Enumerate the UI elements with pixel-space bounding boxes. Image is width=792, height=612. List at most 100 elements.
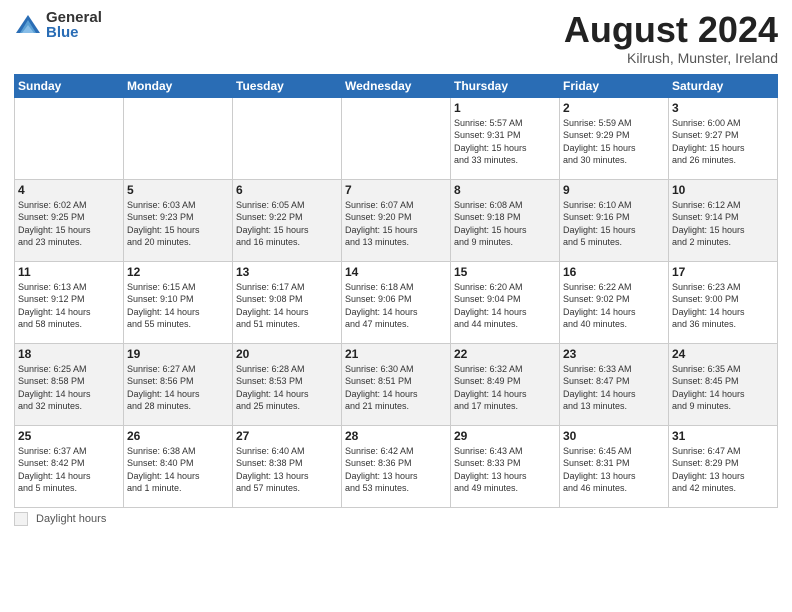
day-info: Sunrise: 6:25 AM Sunset: 8:58 PM Dayligh…	[18, 363, 120, 413]
table-row: 29Sunrise: 6:43 AM Sunset: 8:33 PM Dayli…	[451, 425, 560, 507]
logo-general-text: General	[46, 10, 102, 25]
logo-icon	[14, 11, 42, 39]
table-row: 6Sunrise: 6:05 AM Sunset: 9:22 PM Daylig…	[233, 179, 342, 261]
day-number: 1	[454, 101, 556, 115]
daylight-box-icon	[14, 512, 28, 526]
table-row: 10 Sunrise: 6:12 AM Sunset: 9:14 PM Dayli…	[669, 179, 778, 261]
day-number: 31	[672, 429, 774, 443]
day-number: 7	[345, 183, 447, 197]
table-row	[342, 97, 451, 179]
day-info: Sunrise: 6:32 AM Sunset: 8:49 PM Dayligh…	[454, 363, 556, 413]
day-info: Sunrise: 6:23 AM Sunset: 9:00 PM Dayligh…	[672, 281, 774, 331]
day-number: 15	[454, 265, 556, 279]
daylight-label: Daylight hours	[36, 513, 106, 525]
header-saturday: Saturday	[669, 74, 778, 97]
table-row: 8 Sunrise: 6:08 AM Sunset: 9:18 PM Daylig…	[451, 179, 560, 261]
location-subtitle: Kilrush, Munster, Ireland	[564, 50, 778, 66]
header-thursday: Thursday	[451, 74, 560, 97]
day-number: 24	[672, 347, 774, 361]
day-number: 10	[672, 183, 774, 197]
day-number: 11	[18, 265, 120, 279]
day-info: Sunrise: 6:47 AM Sunset: 8:29 PM Dayligh…	[672, 445, 774, 495]
day-number: 27	[236, 429, 338, 443]
table-row: 11 Sunrise: 6:13 AM Sunset: 9:12 PM Dayli…	[15, 261, 124, 343]
table-row: 17 Sunrise: 6:23 AM Sunset: 9:00 PM Dayli…	[669, 261, 778, 343]
header-monday: Monday	[124, 74, 233, 97]
day-info: Sunrise: 6:10 AM Sunset: 9:16 PM Dayligh…	[563, 199, 665, 249]
table-row: 28Sunrise: 6:42 AM Sunset: 8:36 PM Dayli…	[342, 425, 451, 507]
day-info: Sunrise: 6:00 AM Sunset: 9:27 PM Dayligh…	[672, 117, 774, 167]
table-row: 5Sunrise: 6:03 AM Sunset: 9:23 PM Daylig…	[124, 179, 233, 261]
footer: Daylight hours	[14, 512, 778, 526]
week-row-0: 1 Sunrise: 5:57 AM Sunset: 9:31 PM Daylig…	[15, 97, 778, 179]
header: General Blue August 2024 Kilrush, Munste…	[14, 10, 778, 66]
table-row: 30Sunrise: 6:45 AM Sunset: 8:31 PM Dayli…	[560, 425, 669, 507]
day-info: Sunrise: 6:45 AM Sunset: 8:31 PM Dayligh…	[563, 445, 665, 495]
calendar-table: Sunday Monday Tuesday Wednesday Thursday…	[14, 74, 778, 508]
day-info: Sunrise: 6:33 AM Sunset: 8:47 PM Dayligh…	[563, 363, 665, 413]
day-info: Sunrise: 6:20 AM Sunset: 9:04 PM Dayligh…	[454, 281, 556, 331]
day-number: 29	[454, 429, 556, 443]
day-number: 14	[345, 265, 447, 279]
day-info: Sunrise: 6:38 AM Sunset: 8:40 PM Dayligh…	[127, 445, 229, 495]
day-number: 18	[18, 347, 120, 361]
table-row: 13 Sunrise: 6:17 AM Sunset: 9:08 PM Dayli…	[233, 261, 342, 343]
table-row: 15 Sunrise: 6:20 AM Sunset: 9:04 PM Dayli…	[451, 261, 560, 343]
day-number: 3	[672, 101, 774, 115]
table-row: 12 Sunrise: 6:15 AM Sunset: 9:10 PM Dayli…	[124, 261, 233, 343]
header-sunday: Sunday	[15, 74, 124, 97]
day-info: Sunrise: 6:40 AM Sunset: 8:38 PM Dayligh…	[236, 445, 338, 495]
day-number: 9	[563, 183, 665, 197]
month-title: August 2024	[564, 10, 778, 50]
day-info: Sunrise: 6:02 AM Sunset: 9:25 PM Dayligh…	[18, 199, 120, 249]
header-tuesday: Tuesday	[233, 74, 342, 97]
table-row	[15, 97, 124, 179]
day-number: 6	[236, 183, 338, 197]
day-info: Sunrise: 6:03 AM Sunset: 9:23 PM Dayligh…	[127, 199, 229, 249]
day-info: Sunrise: 5:59 AM Sunset: 9:29 PM Dayligh…	[563, 117, 665, 167]
day-number: 20	[236, 347, 338, 361]
day-number: 25	[18, 429, 120, 443]
title-block: August 2024 Kilrush, Munster, Ireland	[564, 10, 778, 66]
day-number: 23	[563, 347, 665, 361]
day-number: 8	[454, 183, 556, 197]
week-row-2: 11 Sunrise: 6:13 AM Sunset: 9:12 PM Dayli…	[15, 261, 778, 343]
table-row: 31 Sunrise: 6:47 AM Sunset: 8:29 PM Dayli…	[669, 425, 778, 507]
table-row	[233, 97, 342, 179]
day-info: Sunrise: 5:57 AM Sunset: 9:31 PM Dayligh…	[454, 117, 556, 167]
table-row: 26Sunrise: 6:38 AM Sunset: 8:40 PM Dayli…	[124, 425, 233, 507]
day-info: Sunrise: 6:17 AM Sunset: 9:08 PM Dayligh…	[236, 281, 338, 331]
table-row: 1 Sunrise: 5:57 AM Sunset: 9:31 PM Daylig…	[451, 97, 560, 179]
table-row: 27 Sunrise: 6:40 AM Sunset: 8:38 PM Dayli…	[233, 425, 342, 507]
day-info: Sunrise: 6:13 AM Sunset: 9:12 PM Dayligh…	[18, 281, 120, 331]
table-row: 14 Sunrise: 6:18 AM Sunset: 9:06 PM Dayli…	[342, 261, 451, 343]
day-info: Sunrise: 6:30 AM Sunset: 8:51 PM Dayligh…	[345, 363, 447, 413]
table-row: 21Sunrise: 6:30 AM Sunset: 8:51 PM Dayli…	[342, 343, 451, 425]
day-info: Sunrise: 6:28 AM Sunset: 8:53 PM Dayligh…	[236, 363, 338, 413]
day-info: Sunrise: 6:15 AM Sunset: 9:10 PM Dayligh…	[127, 281, 229, 331]
logo: General Blue	[14, 10, 102, 40]
weekday-header-row: Sunday Monday Tuesday Wednesday Thursday…	[15, 74, 778, 97]
table-row	[124, 97, 233, 179]
day-number: 16	[563, 265, 665, 279]
day-info: Sunrise: 6:22 AM Sunset: 9:02 PM Dayligh…	[563, 281, 665, 331]
day-info: Sunrise: 6:18 AM Sunset: 9:06 PM Dayligh…	[345, 281, 447, 331]
page: General Blue August 2024 Kilrush, Munste…	[0, 0, 792, 612]
day-number: 17	[672, 265, 774, 279]
table-row: 16 Sunrise: 6:22 AM Sunset: 9:02 PM Dayli…	[560, 261, 669, 343]
day-number: 13	[236, 265, 338, 279]
table-row: 25 Sunrise: 6:37 AM Sunset: 8:42 PM Dayli…	[15, 425, 124, 507]
day-info: Sunrise: 6:37 AM Sunset: 8:42 PM Dayligh…	[18, 445, 120, 495]
header-wednesday: Wednesday	[342, 74, 451, 97]
day-number: 12	[127, 265, 229, 279]
day-number: 2	[563, 101, 665, 115]
week-row-3: 18 Sunrise: 6:25 AM Sunset: 8:58 PM Dayli…	[15, 343, 778, 425]
table-row: 4Sunrise: 6:02 AM Sunset: 9:25 PM Daylig…	[15, 179, 124, 261]
day-info: Sunrise: 6:27 AM Sunset: 8:56 PM Dayligh…	[127, 363, 229, 413]
table-row: 22Sunrise: 6:32 AM Sunset: 8:49 PM Dayli…	[451, 343, 560, 425]
table-row: 3 Sunrise: 6:00 AM Sunset: 9:27 PM Daylig…	[669, 97, 778, 179]
header-friday: Friday	[560, 74, 669, 97]
day-info: Sunrise: 6:42 AM Sunset: 8:36 PM Dayligh…	[345, 445, 447, 495]
day-info: Sunrise: 6:08 AM Sunset: 9:18 PM Dayligh…	[454, 199, 556, 249]
day-info: Sunrise: 6:12 AM Sunset: 9:14 PM Dayligh…	[672, 199, 774, 249]
